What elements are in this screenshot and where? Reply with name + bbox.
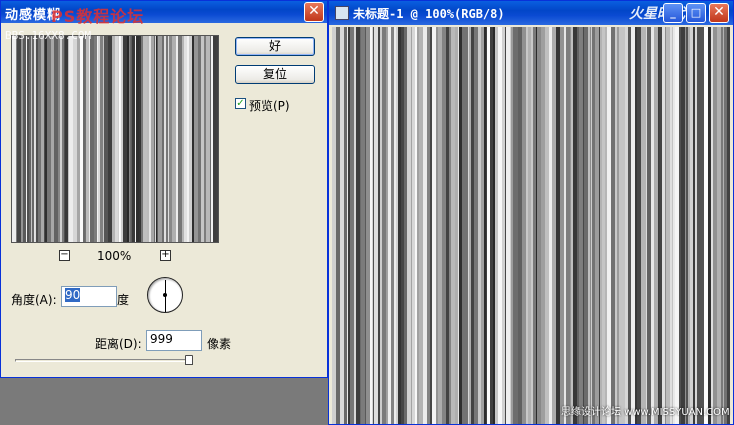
angle-value: 90 — [65, 288, 81, 302]
dialog-close-button[interactable]: ✕ — [304, 2, 324, 22]
angle-input[interactable]: 90 — [61, 286, 117, 307]
distance-slider-track[interactable] — [15, 359, 191, 362]
document-titlebar[interactable]: 未标题-1 @ 100%(RGB/8) 火星时代 _ □ ✕ — [329, 1, 733, 25]
minimize-button[interactable]: _ — [663, 3, 683, 23]
document-canvas[interactable] — [332, 27, 730, 424]
zoom-level: 100% — [97, 249, 132, 263]
ok-button[interactable]: 好 — [235, 37, 315, 56]
close-icon: ✕ — [308, 3, 320, 19]
distance-slider-thumb[interactable] — [185, 355, 193, 365]
maximize-icon: □ — [690, 6, 702, 19]
motion-blur-dialog: 动感模糊 PS教程论坛 ✕ BBS.16XX8.COM − 100% + 好 复… — [0, 0, 328, 378]
preview-checkbox[interactable]: ✓ — [235, 98, 246, 109]
filter-preview[interactable] — [11, 35, 219, 243]
watermark-text: PS教程论坛 — [51, 7, 145, 26]
preview-label: 预览(P) — [249, 99, 290, 113]
watermark-bottom: 思缘设计论坛 www.MISSYUAN.COM — [561, 407, 730, 418]
minus-icon: − — [60, 249, 69, 260]
zoom-out-button[interactable]: − — [59, 250, 70, 261]
angle-label: 角度(A): — [11, 293, 57, 307]
dialog-titlebar[interactable]: 动感模糊 PS教程论坛 ✕ — [1, 1, 327, 26]
maximize-button[interactable]: □ — [686, 3, 706, 23]
watermark-url: BBS.16XX8.COM — [5, 29, 92, 42]
angle-unit: 度 — [117, 293, 130, 307]
document-icon — [335, 6, 349, 20]
distance-unit: 像素 — [207, 337, 232, 351]
document-window: 未标题-1 @ 100%(RGB/8) 火星时代 _ □ ✕ 思缘设计论坛 ww… — [328, 0, 734, 425]
document-close-button[interactable]: ✕ — [709, 3, 729, 23]
checkmark-icon: ✓ — [236, 98, 245, 109]
angle-dial-center — [163, 293, 167, 297]
canvas-stripes — [332, 27, 730, 424]
zoom-in-button[interactable]: + — [160, 250, 171, 261]
distance-value: 999 — [150, 332, 173, 346]
reset-button[interactable]: 复位 — [235, 65, 315, 84]
preview-stripes — [12, 36, 218, 242]
distance-input[interactable]: 999 — [146, 330, 202, 351]
minimize-icon: _ — [670, 6, 676, 19]
plus-icon: + — [161, 249, 170, 260]
close-icon: ✕ — [713, 4, 725, 20]
angle-dial[interactable] — [147, 277, 183, 313]
document-title: 未标题-1 @ 100%(RGB/8) — [353, 7, 505, 21]
distance-label: 距离(D): — [95, 337, 142, 351]
